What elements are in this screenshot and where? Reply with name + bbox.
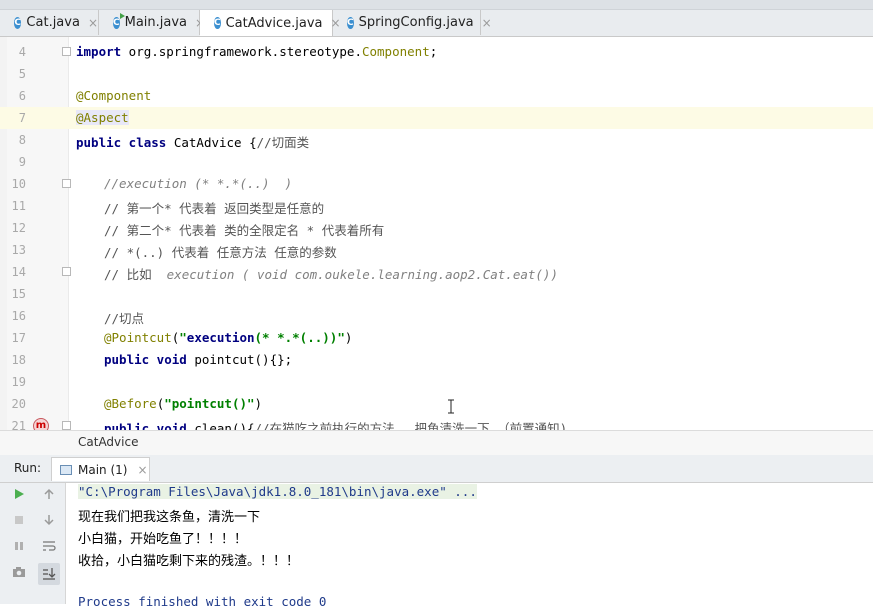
fold-icon[interactable] [62, 179, 71, 188]
console-line: 收拾，小白猫吃剩下来的残渣。！！！ [78, 554, 300, 569]
line-number: 13 [11, 243, 26, 257]
code-line: 16 //切点 [0, 305, 873, 327]
code-text: //execution (* *.*(..) ) [104, 176, 293, 191]
code-line: 4 import org.springframework.stereotype.… [0, 41, 873, 63]
class-icon: C [14, 16, 22, 29]
line-number: 11 [11, 199, 26, 213]
line-number: 4 [18, 45, 26, 59]
camera-icon[interactable] [10, 565, 28, 583]
arrow-up-icon[interactable] [40, 487, 58, 505]
tab-cat-java[interactable]: C Cat.java × [0, 10, 99, 35]
line-number: 21 [11, 419, 26, 430]
code-line: 17 @Pointcut("execution(* *.*(..))") [0, 327, 873, 349]
code-line: 14 // 比如 execution ( void com.oukele.lea… [0, 261, 873, 283]
method-advice-icon[interactable]: m [33, 418, 49, 430]
code-text: //切点 [104, 311, 145, 326]
tab-label: Cat.java [26, 15, 80, 30]
class-icon: C [347, 16, 354, 29]
class-icon: C [214, 17, 221, 29]
code-line: 13 // *(..) 代表着 任意方法 任意的参数 [0, 239, 873, 261]
code-line: 21 m public void clean(){//在猫吃之前执行的方法 ，把… [0, 415, 873, 430]
line-number: 10 [11, 177, 26, 191]
run-toolbar [0, 483, 35, 604]
editor-tab-bar: C Cat.java × C Main.java × C CatAdvice.j… [0, 0, 873, 37]
code-line: 9 [0, 151, 873, 173]
code-text: // 第二个* 代表着 类的全限定名 * 代表着所有 [104, 223, 385, 238]
fold-icon[interactable] [62, 267, 71, 276]
console-command-line: "C:\Program Files\Java\jdk1.8.0_181\bin\… [78, 484, 477, 499]
line-number: 7 [18, 111, 26, 125]
run-panel: "C:\Program Files\Java\jdk1.8.0_181\bin\… [0, 483, 873, 609]
code-text: import org.springframework.stereotype.Co… [76, 44, 438, 59]
tab-label: SpringConfig.java [358, 15, 474, 30]
console-line: 现在我们把我这条鱼，清洗一下 [78, 510, 261, 525]
code-text: public void pointcut(){}; [104, 352, 293, 367]
line-number: 12 [11, 221, 26, 235]
tab-label: Main.java [124, 15, 188, 30]
tab-main-java[interactable]: C Main.java × [99, 10, 205, 35]
code-text: @Aspect [76, 110, 129, 125]
code-line: 6 @Component [0, 85, 873, 107]
line-number: 6 [18, 89, 26, 103]
code-text: // *(..) 代表着 任意方法 任意的参数 [104, 245, 337, 260]
line-number: 8 [18, 133, 26, 147]
code-text: @Pointcut("execution(* *.*(..))") [104, 330, 353, 345]
code-text: public void clean(){//在猫吃之前执行的方法 ，把鱼清洗一下… [104, 421, 568, 430]
line-number: 18 [11, 353, 26, 367]
fold-icon[interactable] [62, 421, 71, 430]
code-text: public class CatAdvice {//切面类 [76, 135, 310, 150]
text-cursor-icon [448, 399, 454, 414]
tab-catadvice-java[interactable]: C CatAdvice.java × [200, 10, 341, 36]
run-tab-label: Main (1) [78, 462, 128, 477]
line-number: 19 [11, 375, 26, 389]
stop-icon[interactable] [10, 513, 28, 531]
code-line: 19 [0, 371, 873, 393]
code-line: 10 //execution (* *.*(..) ) [0, 173, 873, 195]
code-line-current: 7 @Aspect [0, 107, 873, 129]
code-text: // 比如 execution ( void com.oukele.learni… [104, 267, 558, 282]
code-line: 15 [0, 283, 873, 305]
breadcrumb-item[interactable]: CatAdvice [78, 435, 138, 449]
code-line: 11 // 第一个* 代表着 返回类型是任意的 [0, 195, 873, 217]
line-number: 16 [11, 309, 26, 323]
code-line: 5 [0, 63, 873, 85]
line-number: 17 [11, 331, 26, 345]
code-editor[interactable]: 4 import org.springframework.stereotype.… [0, 37, 873, 430]
code-line: 18 public void pointcut(){}; [0, 349, 873, 371]
console-exit-line: Process finished with exit code 0 [78, 594, 327, 609]
code-line: 12 // 第二个* 代表着 类的全限定名 * 代表着所有 [0, 217, 873, 239]
soft-wrap-icon[interactable] [40, 539, 58, 557]
scroll-to-end-icon[interactable] [38, 563, 60, 585]
arrow-down-icon[interactable] [40, 513, 58, 531]
console-toolbar [34, 483, 66, 604]
close-icon[interactable]: × [137, 463, 147, 477]
close-icon[interactable]: × [88, 16, 98, 30]
line-number: 9 [18, 155, 26, 169]
tab-springconfig-java[interactable]: C SpringConfig.java × [333, 10, 492, 35]
class-run-icon: C [113, 16, 120, 29]
run-label: Run: [14, 461, 42, 475]
code-text: // 第一个* 代表着 返回类型是任意的 [104, 201, 325, 216]
line-number: 5 [18, 67, 26, 81]
breadcrumb: CatAdvice [0, 430, 873, 456]
run-toolwindow-header: Run: Main (1) × [0, 455, 873, 483]
code-line: 20 @Before("pointcut()") [0, 393, 873, 415]
rerun-icon[interactable] [10, 487, 28, 505]
run-config-icon [60, 464, 72, 475]
pause-icon[interactable] [10, 539, 28, 557]
run-marker-icon [120, 13, 125, 19]
run-tab-main[interactable]: Main (1) × [51, 457, 150, 481]
navigation-strip [0, 0, 873, 10]
line-number: 20 [11, 397, 26, 411]
tab-label: CatAdvice.java [225, 15, 323, 31]
line-number: 14 [11, 265, 26, 279]
fold-icon[interactable] [62, 47, 71, 56]
code-text: @Component [76, 88, 152, 103]
close-icon[interactable]: × [482, 16, 492, 30]
code-text: @Before("pointcut()") [104, 396, 263, 411]
line-number: 15 [11, 287, 26, 301]
code-line: 8 public class CatAdvice {//切面类 [0, 129, 873, 151]
console-line: 小白猫，开始吃鱼了！！！！ [78, 532, 248, 547]
